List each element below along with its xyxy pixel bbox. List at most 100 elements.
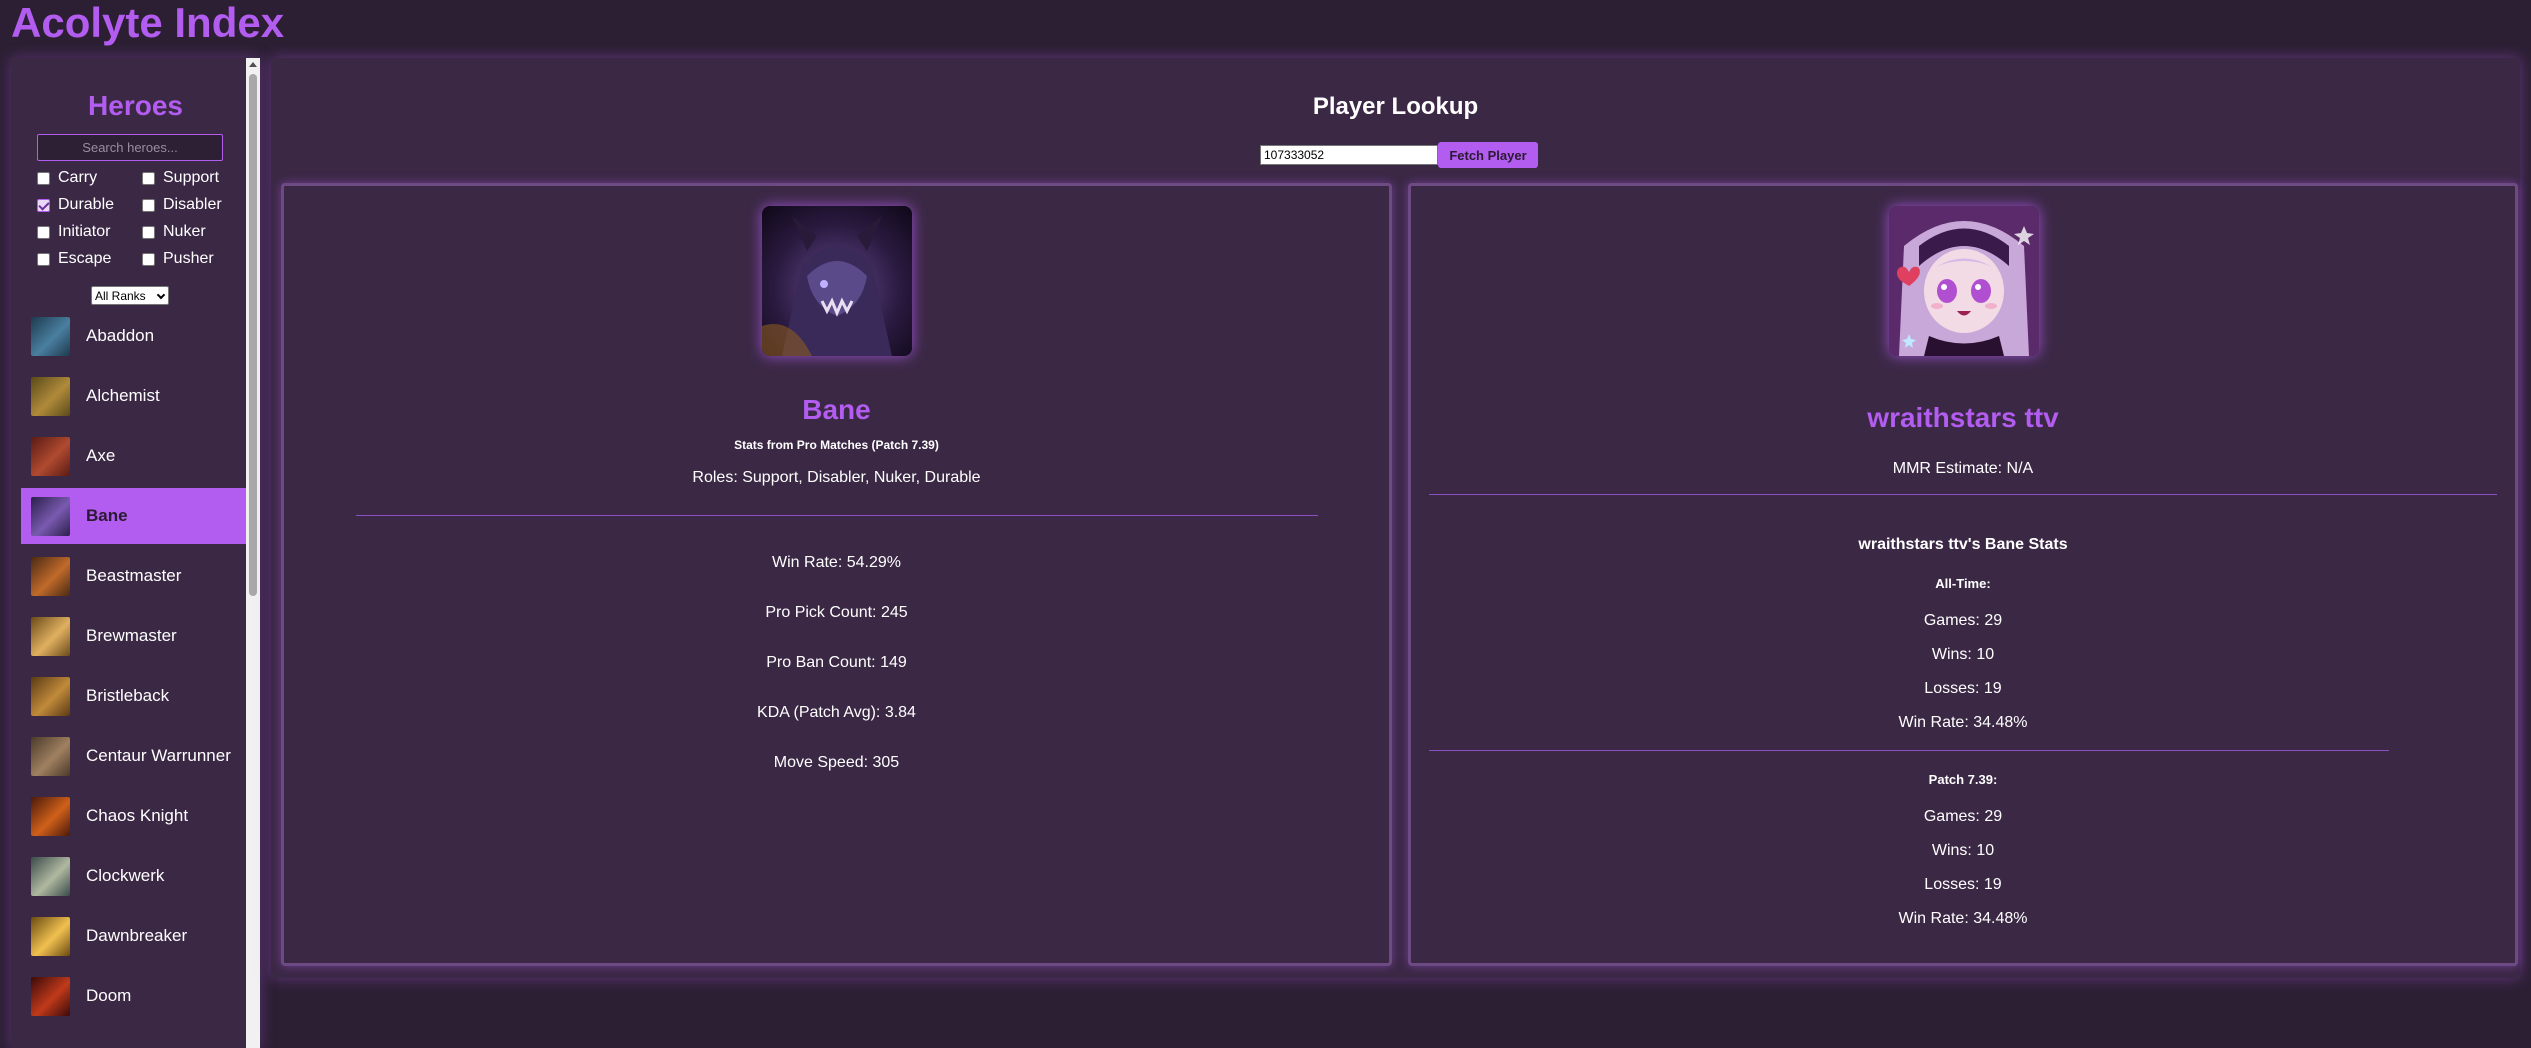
player-hero-stats-heading: wraithstars ttv's Bane Stats [1858, 536, 2068, 553]
hero-portrait-icon [31, 856, 70, 896]
hero-list-item-alchemist[interactable]: Alchemist [21, 368, 247, 424]
all-time-label: All-Time: [1935, 576, 1991, 591]
role-filter-pusher[interactable]: Pusher [142, 249, 214, 269]
hero-name: Abaddon [86, 326, 155, 345]
all-time-win-rate: Win Rate: 34.48% [1898, 714, 2028, 731]
hero-roles: Roles: Support, Disabler, Nuker, Durable [692, 469, 981, 486]
hero-sidebar: Heroes Carry Support Durable Disabler In… [11, 58, 260, 1048]
role-label: Pusher [163, 250, 214, 267]
role-filter-nuker[interactable]: Nuker [142, 222, 206, 242]
role-label: Escape [58, 250, 112, 267]
divider [1429, 494, 2497, 495]
main-panel: Player Lookup Fetch Player [271, 58, 2520, 978]
player-avatar [1889, 206, 2039, 356]
checkbox-initiator[interactable] [37, 225, 50, 239]
fetch-player-button[interactable]: Fetch Player [1438, 142, 1538, 168]
hero-name: Brewmaster [86, 626, 177, 645]
app-title: Acolyte Index [11, 0, 285, 46]
hero-portrait-icon [31, 916, 70, 956]
hero-portrait-icon [31, 496, 70, 536]
hero-portrait-icon [31, 616, 70, 656]
hero-portrait-icon [31, 556, 70, 596]
hero-name: Alchemist [86, 386, 160, 405]
patch-label: Patch 7.39: [1928, 772, 1998, 787]
hero-name: Bristleback [86, 686, 170, 705]
hero-stat-pick-count: Pro Pick Count: 245 [765, 604, 908, 621]
hero-list-item-clockwerk[interactable]: Clockwerk [21, 848, 247, 904]
hero-stats-card: Bane Stats from Pro Matches (Patch 7.39)… [281, 183, 1392, 966]
hero-portrait-icon [31, 976, 70, 1016]
checkbox-carry[interactable] [37, 171, 50, 185]
hero-name: Chaos Knight [86, 806, 189, 825]
hero-name: Centaur Warrunner [86, 746, 231, 765]
rank-filter-value: All Ranks [95, 288, 146, 303]
role-label: Durable [58, 196, 115, 213]
hero-list-item-bristleback[interactable]: Bristleback [21, 668, 247, 724]
role-label: Disabler [163, 196, 222, 213]
hero-name: Dawnbreaker [86, 926, 188, 945]
role-label: Nuker [163, 223, 206, 240]
hero-portrait-icon [31, 436, 70, 476]
checkbox-escape[interactable] [37, 252, 50, 266]
role-filter-support[interactable]: Support [142, 168, 219, 188]
hero-list-item-dawnbreaker[interactable]: Dawnbreaker [21, 908, 247, 964]
hero-list-item-abaddon[interactable]: Abaddon [21, 308, 247, 364]
hero-list-item-centaur-warrunner[interactable]: Centaur Warrunner [21, 728, 247, 784]
checkbox-durable[interactable] [37, 198, 50, 212]
rank-filter-select[interactable]: All Ranks [91, 286, 169, 305]
checkbox-disabler[interactable] [142, 198, 155, 212]
checkbox-support[interactable] [142, 171, 155, 185]
scrollbar-thumb[interactable] [249, 74, 257, 596]
player-mmr-estimate: MMR Estimate: N/A [1892, 460, 2034, 477]
role-filter-carry[interactable]: Carry [37, 168, 97, 188]
role-filter-disabler[interactable]: Disabler [142, 195, 222, 215]
hero-stat-win-rate: Win Rate: 54.29% [772, 554, 901, 571]
hero-list-item-bane[interactable]: Bane [21, 488, 247, 544]
hero-stat-ban-count: Pro Ban Count: 149 [766, 654, 907, 671]
hero-portrait-icon [31, 736, 70, 776]
hero-search-input[interactable] [37, 134, 223, 161]
divider [1429, 750, 2389, 751]
hero-name: Axe [86, 446, 116, 465]
player-id-input[interactable] [1260, 145, 1438, 165]
hero-list-item-brewmaster[interactable]: Brewmaster [21, 608, 247, 664]
player-lookup-title: Player Lookup [1312, 93, 1479, 120]
hero-stat-kda: KDA (Patch Avg): 3.84 [757, 704, 916, 721]
hero-list-item-doom[interactable]: Doom [21, 968, 247, 1024]
hero-name: Doom [86, 986, 132, 1005]
patch-win-rate: Win Rate: 34.48% [1898, 910, 2028, 927]
hero-portrait-icon [31, 376, 70, 416]
hero-list-item-beastmaster[interactable]: Beastmaster [21, 548, 247, 604]
sidebar-scrollbar[interactable] [246, 58, 260, 1048]
divider [356, 515, 1318, 516]
player-stats-card: wraithstars ttv MMR Estimate: N/A wraith… [1408, 183, 2518, 966]
role-filter-initiator[interactable]: Initiator [37, 222, 110, 242]
player-name-title: wraithstars ttv [1867, 402, 2059, 433]
checkbox-pusher[interactable] [142, 252, 155, 266]
sidebar-heading: Heroes [88, 90, 183, 121]
hero-portrait-image [762, 206, 912, 356]
role-filter-escape[interactable]: Escape [37, 249, 111, 269]
hero-portrait-icon [31, 676, 70, 716]
hero-name: Bane [86, 506, 128, 525]
hero-list-item-axe[interactable]: Axe [21, 428, 247, 484]
hero-portrait-icon [31, 316, 70, 356]
patch-losses: Losses: 19 [1924, 876, 2002, 893]
hero-name: Beastmaster [86, 566, 182, 585]
role-label: Support [163, 169, 220, 186]
all-time-losses: Losses: 19 [1924, 680, 2002, 697]
all-time-games: Games: 29 [1923, 612, 2003, 629]
hero-list-item-chaos-knight[interactable]: Chaos Knight [21, 788, 247, 844]
hero-stats-source: Stats from Pro Matches (Patch 7.39) [734, 438, 939, 452]
patch-wins: Wins: 10 [1931, 842, 1995, 859]
hero-portrait-icon [31, 796, 70, 836]
all-time-wins: Wins: 10 [1931, 646, 1995, 663]
role-label: Initiator [58, 223, 111, 240]
checkbox-nuker[interactable] [142, 225, 155, 239]
hero-stat-move-speed: Move Speed: 305 [773, 754, 900, 771]
role-filter-durable[interactable]: Durable [37, 195, 114, 215]
chevron-down-icon [156, 290, 166, 300]
role-label: Carry [58, 169, 98, 186]
hero-name-title: Bane [802, 394, 871, 425]
scroll-up-arrow-icon[interactable] [249, 62, 257, 67]
